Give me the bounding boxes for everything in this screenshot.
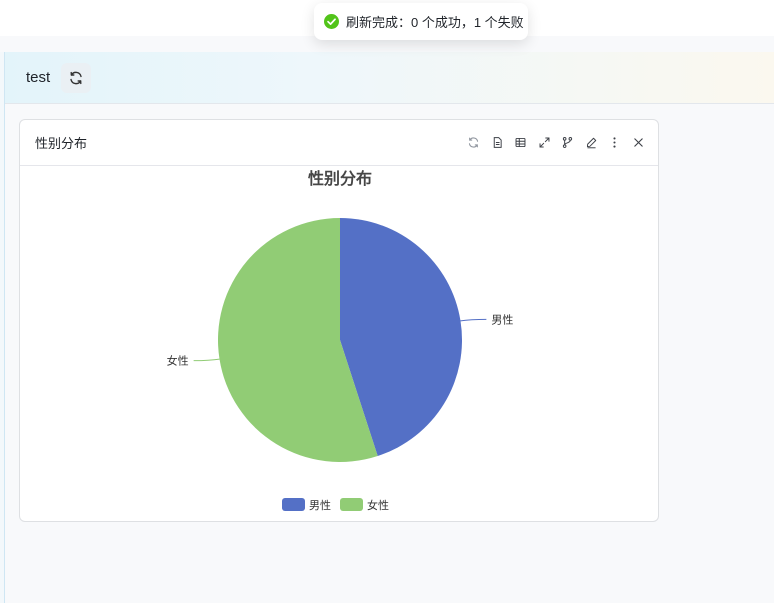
dashboard-toolbar: test (5, 52, 774, 104)
legend-item-1[interactable]: 男性 (282, 498, 331, 512)
legend-swatch (282, 498, 305, 511)
legend-item-2[interactable]: 女性 (340, 498, 389, 512)
left-rail (0, 52, 5, 603)
pie-label-line-1 (460, 318, 487, 322)
branch-icon (562, 136, 573, 148)
legend-label: 男性 (309, 498, 331, 512)
close-icon (633, 137, 643, 147)
document-icon (493, 136, 502, 148)
dashboard-title: test (26, 69, 51, 86)
card-title: 性别分布 (35, 136, 88, 151)
card-actions (458, 134, 646, 150)
card-table-button[interactable] (513, 134, 529, 150)
card-more-button[interactable] (607, 134, 623, 150)
refresh-icon (70, 71, 82, 84)
chart-title: 性别分布 (308, 169, 372, 188)
refresh-button[interactable] (61, 62, 92, 93)
card-document-button[interactable] (489, 134, 505, 150)
expand-icon (539, 137, 549, 147)
pie-label-line-2 (193, 358, 220, 362)
pie-chart: 性别分布 男性女性 男性 女性 (167, 169, 514, 512)
table-icon (515, 137, 526, 147)
card-expand-button[interactable] (536, 134, 552, 150)
card-refresh-button[interactable] (466, 134, 482, 150)
chart-area: 性别分布 男性 女性 男性 女性 (20, 166, 658, 521)
toast-message: 刷新完成：0 个成功，1 个失败 (346, 15, 524, 30)
pie-label-2: 女性 (167, 354, 189, 368)
more-icon (613, 136, 616, 148)
card-edit-button[interactable] (583, 134, 599, 150)
legend-swatch (340, 498, 363, 511)
card-branch-button[interactable] (560, 134, 576, 150)
refresh-toast: 刷新完成：0 个成功，1 个失败 (314, 3, 528, 40)
chart-card: 性别分布 性别分布 男性 女性 男性 女性 (19, 119, 659, 522)
card-header: 性别分布 (20, 120, 658, 166)
edit-icon (586, 137, 596, 148)
refresh-icon (468, 136, 479, 148)
legend-label: 女性 (367, 498, 389, 512)
card-close-button[interactable] (630, 134, 646, 150)
pie-label-1: 男性 (491, 312, 513, 326)
check-circle-icon (324, 14, 339, 29)
